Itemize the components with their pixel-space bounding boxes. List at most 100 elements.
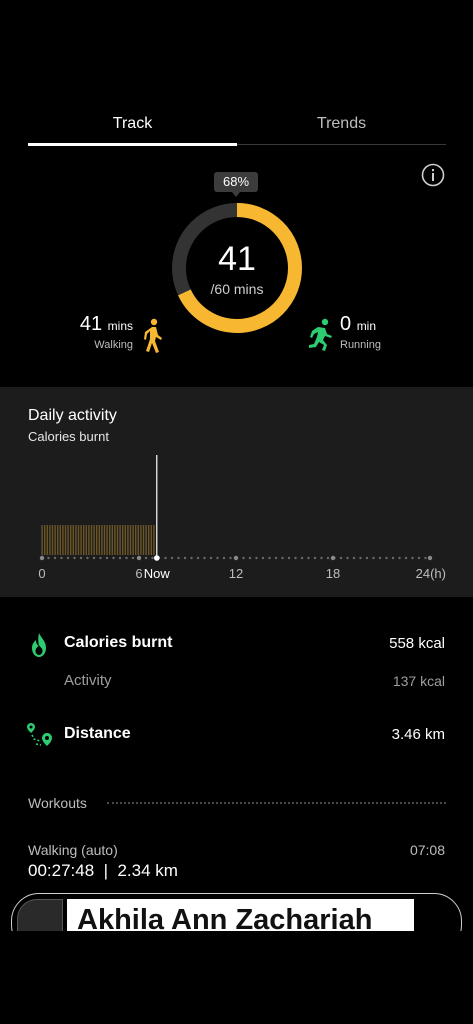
activity-calories-title: Activity bbox=[64, 672, 112, 689]
calories-burnt-title[interactable]: Calories burnt bbox=[64, 634, 172, 652]
axis-tick-dot bbox=[330, 555, 336, 561]
activity-bar bbox=[70, 525, 72, 555]
activity-bar bbox=[88, 525, 90, 555]
baseline-dot bbox=[60, 556, 63, 560]
activity-bar bbox=[46, 525, 48, 555]
baseline-dot bbox=[66, 556, 70, 560]
activity-bar bbox=[75, 525, 77, 555]
baseline-dot bbox=[287, 556, 291, 560]
daily-activity-card[interactable]: Daily activity Calories burnt 0 6 Now 12 18 2… bbox=[0, 387, 473, 597]
activity-bar bbox=[132, 525, 134, 555]
route-pin-icon bbox=[27, 723, 52, 746]
baseline-dot bbox=[73, 556, 76, 560]
baseline-dot bbox=[190, 556, 193, 560]
baseline-dot bbox=[398, 556, 401, 560]
baseline-dot bbox=[391, 556, 395, 560]
running-label: Running bbox=[340, 339, 381, 351]
workouts-section-title: Workouts bbox=[28, 795, 87, 811]
walking-duration: 41 mins bbox=[79, 313, 133, 335]
baseline-dot bbox=[372, 556, 375, 560]
activity-bar bbox=[80, 525, 82, 555]
baseline-dot bbox=[144, 556, 148, 560]
activity-bar bbox=[59, 525, 61, 555]
activity-bar bbox=[83, 525, 85, 555]
baseline-dot bbox=[53, 556, 57, 560]
baseline-dot bbox=[183, 556, 187, 560]
activity-bar bbox=[67, 525, 69, 555]
daily-activity-subtitle: Calories burnt bbox=[28, 429, 109, 444]
baseline-dot bbox=[378, 556, 382, 560]
baseline-dot bbox=[209, 556, 213, 560]
goal-percent-badge: 68% bbox=[214, 172, 258, 197]
activity-bar bbox=[137, 525, 139, 555]
baseline-dot bbox=[255, 556, 258, 560]
axis-label-12: 12 bbox=[229, 566, 243, 581]
walking-person-icon bbox=[144, 318, 162, 353]
baseline-dot bbox=[99, 556, 102, 560]
activity-bar bbox=[103, 525, 106, 555]
activity-bar bbox=[62, 525, 64, 555]
running-person-icon bbox=[309, 318, 332, 351]
baseline-dot bbox=[229, 556, 232, 560]
tab-track[interactable]: Track bbox=[28, 108, 237, 144]
baseline-dot bbox=[274, 556, 278, 560]
baseline-dot bbox=[424, 556, 427, 560]
baseline-dot bbox=[196, 556, 200, 560]
axis-label-0: 0 bbox=[38, 566, 45, 581]
tab-trends[interactable]: Trends bbox=[237, 108, 446, 144]
baseline-dot bbox=[268, 556, 271, 560]
activity-calories-value: 137 kcal bbox=[392, 673, 445, 689]
activity-bar bbox=[64, 525, 67, 555]
tab-selected-indicator bbox=[28, 143, 237, 146]
baseline-dot bbox=[79, 556, 83, 560]
axis-tick-dot bbox=[233, 555, 239, 561]
baseline-dot bbox=[203, 556, 206, 560]
baseline-dot bbox=[164, 556, 167, 560]
baseline-dot bbox=[326, 556, 330, 560]
baseline-dot bbox=[222, 556, 226, 560]
activity-bar bbox=[54, 525, 56, 555]
baseline-dot bbox=[170, 556, 174, 560]
baseline-dot bbox=[242, 556, 245, 560]
info-icon[interactable] bbox=[421, 163, 445, 187]
overlay-thumbnail bbox=[17, 899, 63, 931]
flame-icon bbox=[32, 633, 46, 657]
calories-burnt-value: 558 kcal bbox=[389, 635, 445, 652]
baseline-dot bbox=[294, 556, 297, 560]
activity-bar bbox=[124, 525, 126, 555]
activity-bar bbox=[135, 525, 137, 555]
workout-start-time: 07:08 bbox=[409, 842, 445, 858]
distance-title[interactable]: Distance bbox=[64, 725, 131, 743]
baseline-dot bbox=[307, 556, 310, 560]
workout-stats: 00:27:48 | 2.34 km bbox=[28, 861, 178, 880]
baseline-dot bbox=[339, 556, 343, 560]
activity-bar bbox=[90, 525, 93, 555]
baseline-dot bbox=[385, 556, 388, 560]
daily-activity-chart: 0 6 Now 12 18 24(h) bbox=[38, 455, 446, 581]
running-duration: 0 min bbox=[340, 313, 377, 335]
activity-bar bbox=[98, 525, 100, 555]
baseline-dot bbox=[151, 556, 154, 560]
distance-value: 3.46 km bbox=[391, 726, 445, 743]
activity-bar bbox=[101, 525, 103, 555]
activity-bar bbox=[150, 525, 152, 555]
activity-bar bbox=[49, 525, 51, 555]
activity-bar bbox=[96, 525, 98, 555]
activity-bar bbox=[77, 525, 80, 555]
axis-label-18: 18 bbox=[326, 566, 340, 581]
activity-bar bbox=[148, 525, 150, 555]
bottom-area bbox=[0, 931, 473, 1024]
baseline-dot bbox=[365, 556, 369, 560]
activity-bar bbox=[85, 525, 87, 555]
activity-bar bbox=[140, 525, 142, 555]
axis-tick-dot bbox=[136, 555, 142, 561]
workouts-divider bbox=[107, 802, 446, 804]
activity-bar bbox=[93, 525, 95, 555]
workout-name: Walking (auto) bbox=[28, 842, 118, 858]
name-overlay-banner: Akhila Ann Zachariah bbox=[11, 893, 462, 931]
goal-target: /60 mins bbox=[210, 281, 264, 297]
activity-bar bbox=[44, 525, 46, 555]
overlay-name-text: Akhila Ann Zachariah bbox=[77, 904, 373, 931]
daily-activity-title: Daily activity bbox=[28, 407, 117, 424]
baseline-dot bbox=[112, 556, 115, 560]
